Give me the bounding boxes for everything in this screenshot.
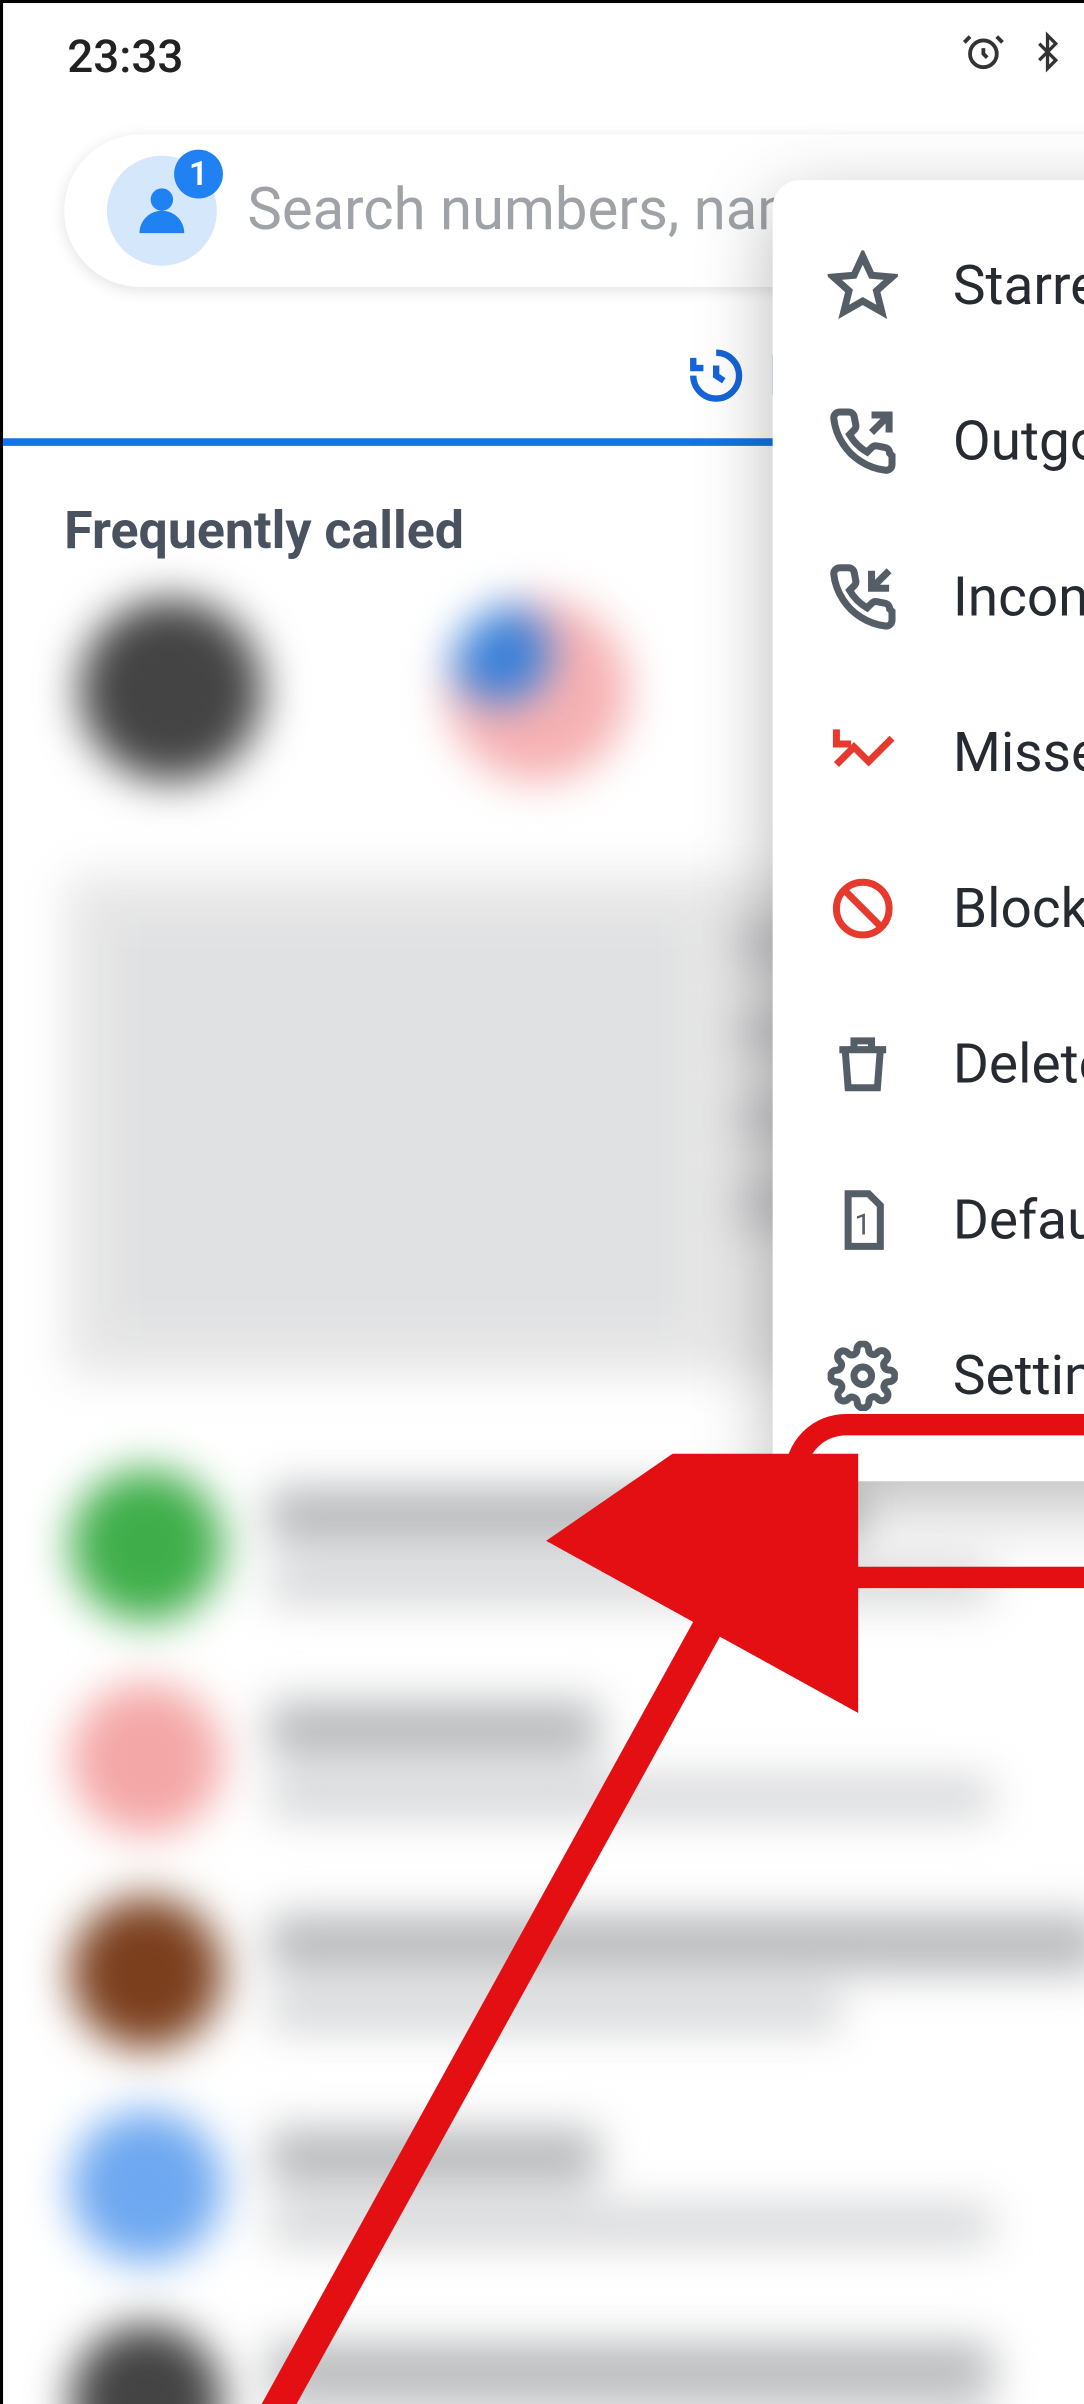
menu-settings[interactable]: Settings — [773, 1298, 1084, 1454]
status-time: 23:33 — [67, 30, 961, 83]
menu-label: Blocked calls — [953, 876, 1084, 940]
call-log-row[interactable] — [3, 1652, 1084, 1866]
phone-incoming-icon — [825, 559, 901, 635]
overflow-menu: Starred calls Outgoing calls Incoming ca… — [773, 180, 1084, 1481]
sim-icon: 1 — [825, 1182, 901, 1258]
menu-label: Settings — [953, 1344, 1084, 1408]
menu-label: Outgoing calls — [953, 409, 1084, 473]
svg-text:1: 1 — [855, 1209, 871, 1243]
menu-missed-calls[interactable]: Missed calls — [773, 675, 1084, 831]
phone-outgoing-icon — [825, 403, 901, 479]
menu-label: Default SIM - SIM 1 — [953, 1188, 1084, 1252]
call-log-row[interactable] — [3, 2294, 1084, 2404]
menu-incoming-calls[interactable]: Incoming calls — [773, 519, 1084, 675]
menu-delete-all-calls[interactable]: Delete all calls — [773, 986, 1084, 1142]
menu-outgoing-calls[interactable]: Outgoing calls — [773, 363, 1084, 519]
phone-missed-icon — [825, 715, 901, 791]
star-icon — [825, 247, 901, 323]
menu-label: Starred calls — [953, 253, 1084, 317]
menu-blocked-calls[interactable]: Blocked calls — [773, 831, 1084, 987]
call-log-row[interactable] — [3, 2080, 1084, 2294]
frequent-contact[interactable] — [79, 599, 262, 782]
alarm-icon — [961, 28, 1007, 84]
block-icon — [825, 870, 901, 946]
bluetooth-icon — [1028, 28, 1068, 84]
status-bar: 23:33 Vol1 LTE2 7.91 KB/s 5G 16% — [3, 3, 1084, 110]
menu-default-sim[interactable]: 1 Default SIM - SIM 1 — [773, 1142, 1084, 1298]
gear-icon — [825, 1338, 901, 1414]
trash-icon — [825, 1026, 901, 1102]
menu-label: Missed calls — [953, 721, 1084, 785]
menu-starred-calls[interactable]: Starred calls — [773, 208, 1084, 364]
menu-label: Delete all calls — [953, 1032, 1084, 1096]
menu-label: Incoming calls — [953, 565, 1084, 629]
frequent-contact[interactable] — [446, 599, 629, 782]
avatar-badge-count: 1 — [174, 150, 223, 199]
search-placeholder: Search numbers, nam — [247, 177, 808, 244]
status-icons: Vol1 LTE2 7.91 KB/s 5G 16% — [961, 27, 1084, 87]
call-log-row[interactable] — [3, 1866, 1084, 2080]
profile-avatar[interactable]: 1 — [107, 156, 217, 266]
